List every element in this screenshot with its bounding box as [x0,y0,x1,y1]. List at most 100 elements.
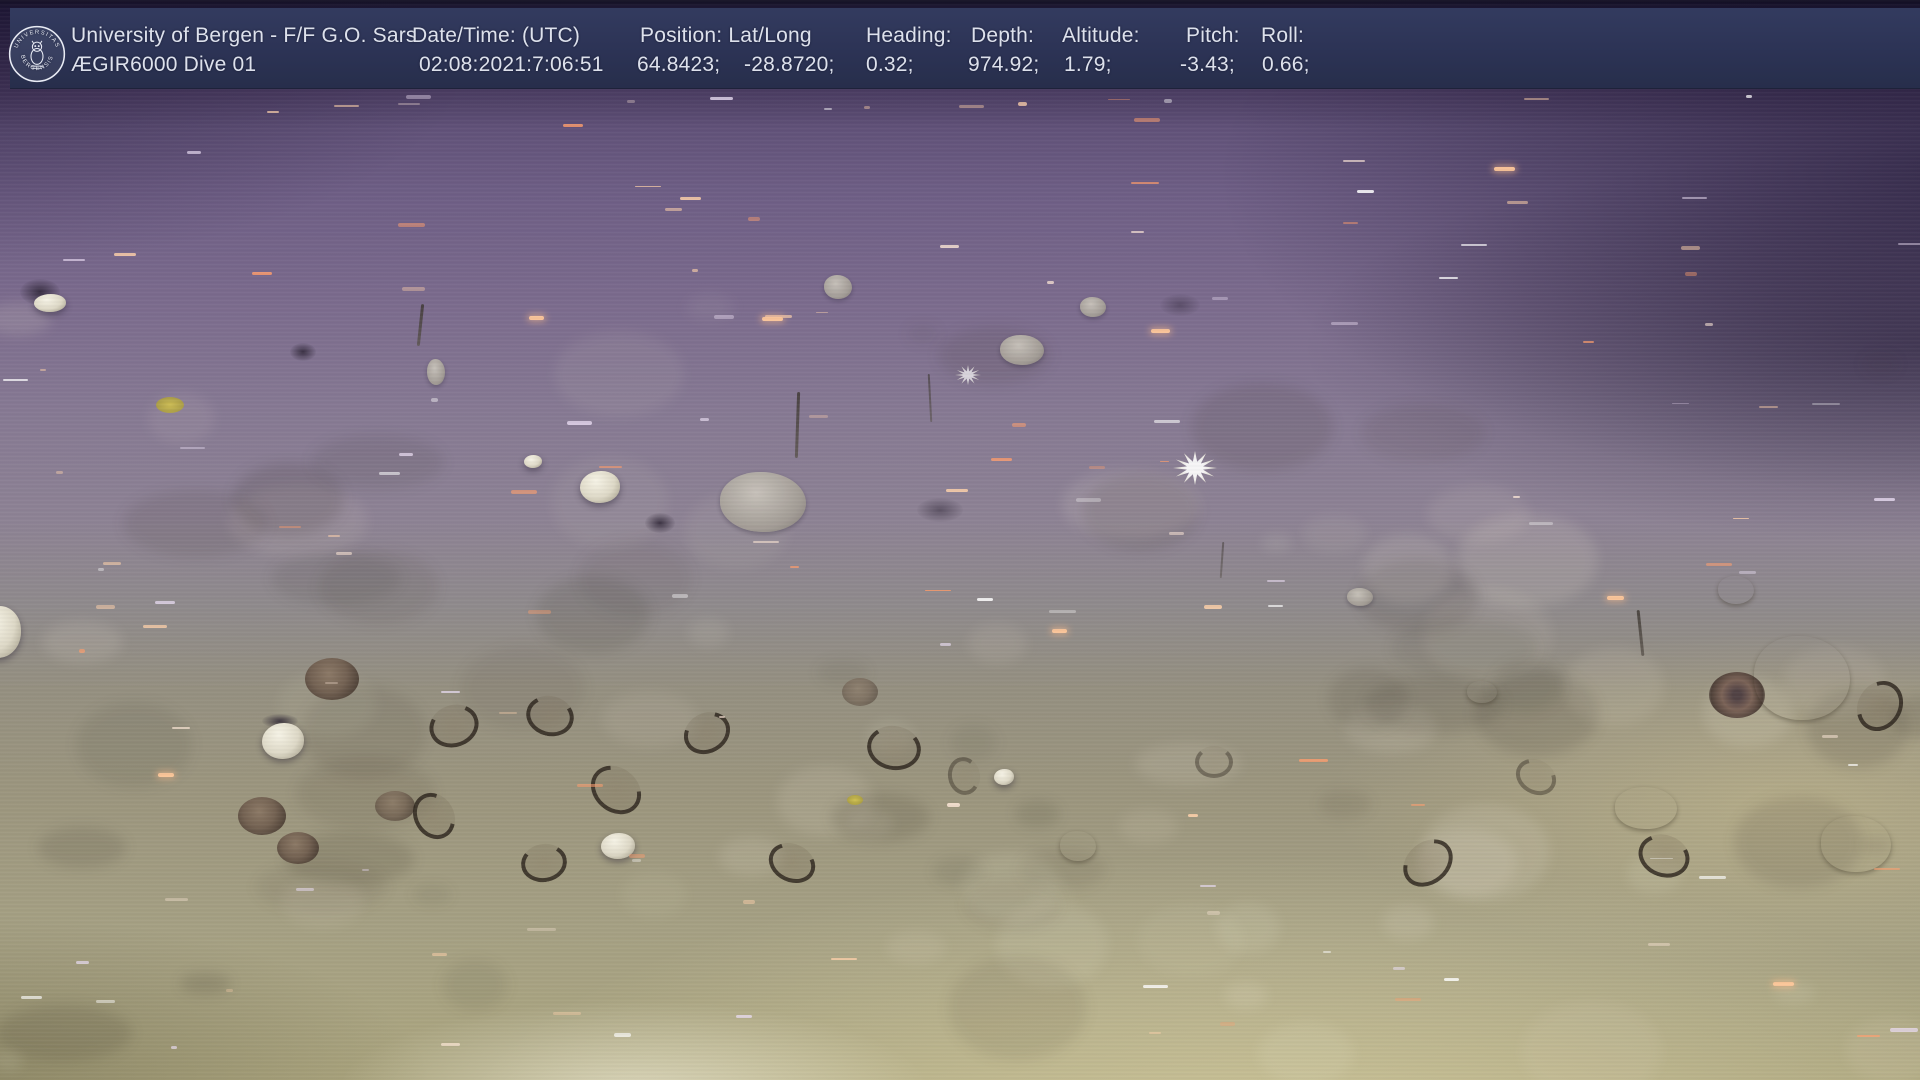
sediment-mottle [536,576,650,653]
telemetry-pitch-label: Pitch: [1186,21,1240,50]
marine-snow-particle [1018,102,1027,106]
urchin [375,791,415,821]
stick [416,304,423,346]
sediment-mottle [0,302,52,335]
sediment-mottle [578,539,692,616]
urchin [842,678,878,706]
marine-snow-layer [0,0,1920,1080]
telemetry-datetime-value: 02:08:2021:7:06:51 [419,50,604,79]
sediment-mottle [968,623,1027,664]
marine-snow-particle [1494,167,1515,171]
marine-snow-particle [1089,466,1105,469]
marine-snow-particle [1220,1022,1235,1025]
marine-snow-particle [753,541,779,544]
telemetry-pitch-value: -3.43; [1180,50,1240,79]
telemetry-altitude: Altitude:1.79; [1062,21,1140,79]
pale-rock [824,275,852,299]
stick [1220,542,1225,578]
sediment-mottle [1138,904,1244,977]
marine-snow-particle [1143,985,1168,988]
marine-snow-particle [1149,1032,1161,1035]
marine-snow-particle [743,900,756,904]
marine-snow-particle [710,97,733,100]
marine-snow-particle [1151,329,1170,333]
yellow-patch [156,397,184,413]
dark-rock [645,513,675,533]
sediment-mottle [1773,982,1815,1004]
marine-snow-particle [79,649,86,653]
seafloor-objects [0,0,1920,1080]
sediment-mottle [1216,903,1279,953]
sediment-mottle [1345,704,1437,753]
sediment-mottle [1423,588,1552,682]
sediment-mottle [76,702,193,788]
sediment-mottle [1860,839,1891,852]
sediment-mottle [1521,1001,1662,1080]
marine-snow-particle [155,601,176,604]
sediment-mottle [1703,677,1793,747]
marine-snow-particle [334,105,360,107]
marine-snow-particle [1049,610,1076,613]
marine-snow-particle [56,471,63,474]
telemetry-overlay-bar: UNIVERSITAS BERGENSIS University of Berg… [10,8,1920,89]
marine-snow-particle [553,1012,581,1015]
sediment-mottle [1415,829,1517,897]
pale-rock [1347,588,1373,606]
sediment-mottle [907,324,939,344]
marine-snow-particle [499,712,516,715]
sediment-mottle [233,463,344,535]
marine-snow-particle [158,773,173,777]
sediment-mottle [1492,659,1563,713]
marine-snow-particle [1204,605,1221,609]
marine-snow-particle [1393,967,1405,970]
sediment-mottle [256,861,387,914]
telemetry-heading-label: Heading: [866,21,952,50]
sediment-mottle [964,880,1062,930]
urchin [305,658,359,700]
marine-snow-particle [96,1000,115,1002]
marine-snow-particle [1507,201,1528,204]
marine-snow-particle [736,1015,753,1018]
marine-snow-particle [1164,99,1172,102]
sediment-mottle [271,552,400,606]
marine-snow-particle [1607,596,1625,600]
marine-snow-particle [1212,297,1228,300]
dark-rock [1160,294,1200,316]
marine-snow-particle [940,643,950,646]
marine-snow-particle [172,727,190,730]
marine-snow-particle [1773,982,1794,986]
marine-snow-particle [947,803,960,806]
marine-snow-particle [1461,244,1487,247]
marine-snow-particle [187,151,201,155]
sediment-mottle [1319,790,1371,818]
marine-snow-particle [991,458,1012,461]
sediment-mottle [1565,647,1664,725]
marine-snow-particle [719,716,725,718]
vessel-name-line1: University of Bergen - F/F G.O. Sars [71,21,417,50]
marine-snow-particle [1439,277,1458,279]
marine-snow-particle [714,315,734,319]
marine-snow-particle [925,590,952,592]
sediment-mottle [686,293,734,321]
sediment-mottle [460,646,585,730]
telemetry-roll-label: Roll: [1261,21,1310,50]
marine-snow-particle [96,605,115,609]
marine-snow-particle [1524,98,1549,100]
pale-rock [1000,335,1044,365]
marine-snow-particle [748,217,760,221]
sediment-mottle [1783,646,1886,718]
sediment-mottle [1062,469,1201,540]
sediment-mottle [1457,513,1598,608]
sponge [1467,681,1497,703]
marine-snow-particle [1681,246,1700,250]
marine-snow-particle [1682,197,1707,199]
sediment-mottle [148,392,215,444]
sediment-mottle [621,871,687,919]
marine-snow-particle [824,108,833,110]
marine-snow-particle [1357,190,1374,194]
urchin-ring [864,722,925,775]
sediment-mottle [413,884,451,905]
white-rock [262,723,304,759]
sediment-mottle [1862,354,1899,375]
sediment-mottle [38,827,126,868]
